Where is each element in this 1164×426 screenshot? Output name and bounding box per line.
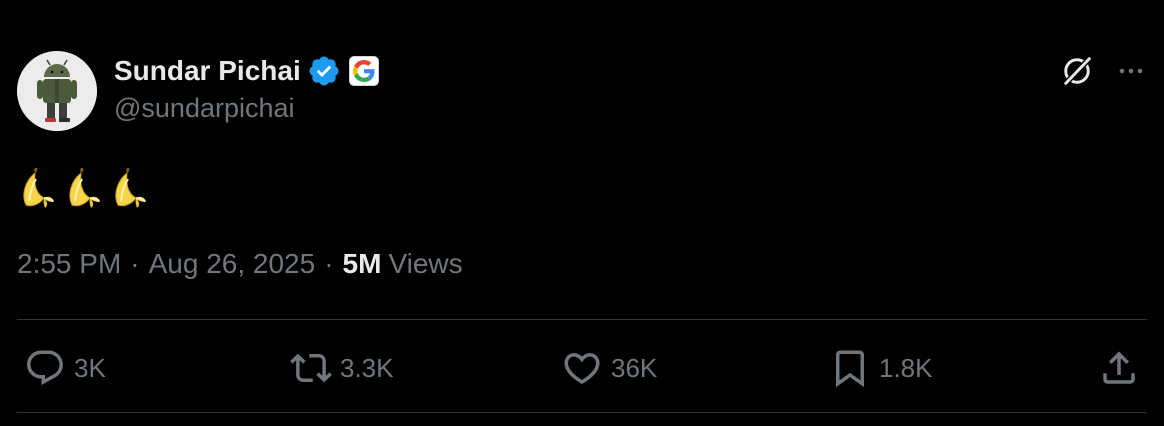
grok-button[interactable] xyxy=(1056,50,1098,92)
share-button[interactable] xyxy=(1098,346,1140,390)
heart-icon xyxy=(564,353,600,385)
banana-icon xyxy=(23,167,54,208)
more-button[interactable] xyxy=(1110,50,1152,92)
verified-badge-icon[interactable] xyxy=(307,54,341,88)
repost-icon xyxy=(290,353,332,383)
tweet-meta: 2:55 PM · Aug 26, 2025 · 5M Views xyxy=(17,248,463,280)
timestamp-date[interactable]: Aug 26, 2025 xyxy=(149,248,316,280)
tweet-detail: Sundar Pichai @sundarpichai 2:55 PM · Au… xyxy=(0,0,1164,426)
share-icon xyxy=(1103,351,1135,384)
divider xyxy=(17,412,1147,413)
tweet-text xyxy=(17,165,149,209)
google-g-icon xyxy=(352,60,375,82)
avatar[interactable] xyxy=(17,51,97,131)
views-label[interactable]: Views xyxy=(388,248,462,280)
banana-icon xyxy=(115,167,146,208)
bookmark-button[interactable]: 1.8K xyxy=(829,346,933,390)
repost-button[interactable]: 3.3K xyxy=(290,346,394,390)
like-button[interactable]: 36K xyxy=(561,346,657,390)
display-name[interactable]: Sundar Pichai xyxy=(114,55,301,87)
google-affiliation-badge[interactable] xyxy=(348,56,379,86)
views-count[interactable]: 5M xyxy=(343,248,382,280)
android-figure-icon xyxy=(17,51,97,131)
bookmark-count: 1.8K xyxy=(879,352,933,383)
author-name-row: Sundar Pichai xyxy=(114,54,379,88)
reply-button[interactable]: 3K xyxy=(24,346,106,390)
timestamp-time[interactable]: 2:55 PM xyxy=(17,248,121,280)
repost-count: 3.3K xyxy=(340,352,394,383)
more-dots-icon xyxy=(1119,68,1143,74)
divider xyxy=(17,319,1147,320)
handle[interactable]: @sundarpichai xyxy=(114,93,295,124)
grok-icon xyxy=(1063,56,1092,86)
reply-icon xyxy=(27,350,63,385)
banana-icon xyxy=(69,167,100,208)
meta-separator: · xyxy=(130,248,140,279)
bookmark-icon xyxy=(836,350,864,388)
like-count: 36K xyxy=(611,352,658,383)
reply-count: 3K xyxy=(74,352,106,383)
meta-separator: · xyxy=(324,248,334,279)
